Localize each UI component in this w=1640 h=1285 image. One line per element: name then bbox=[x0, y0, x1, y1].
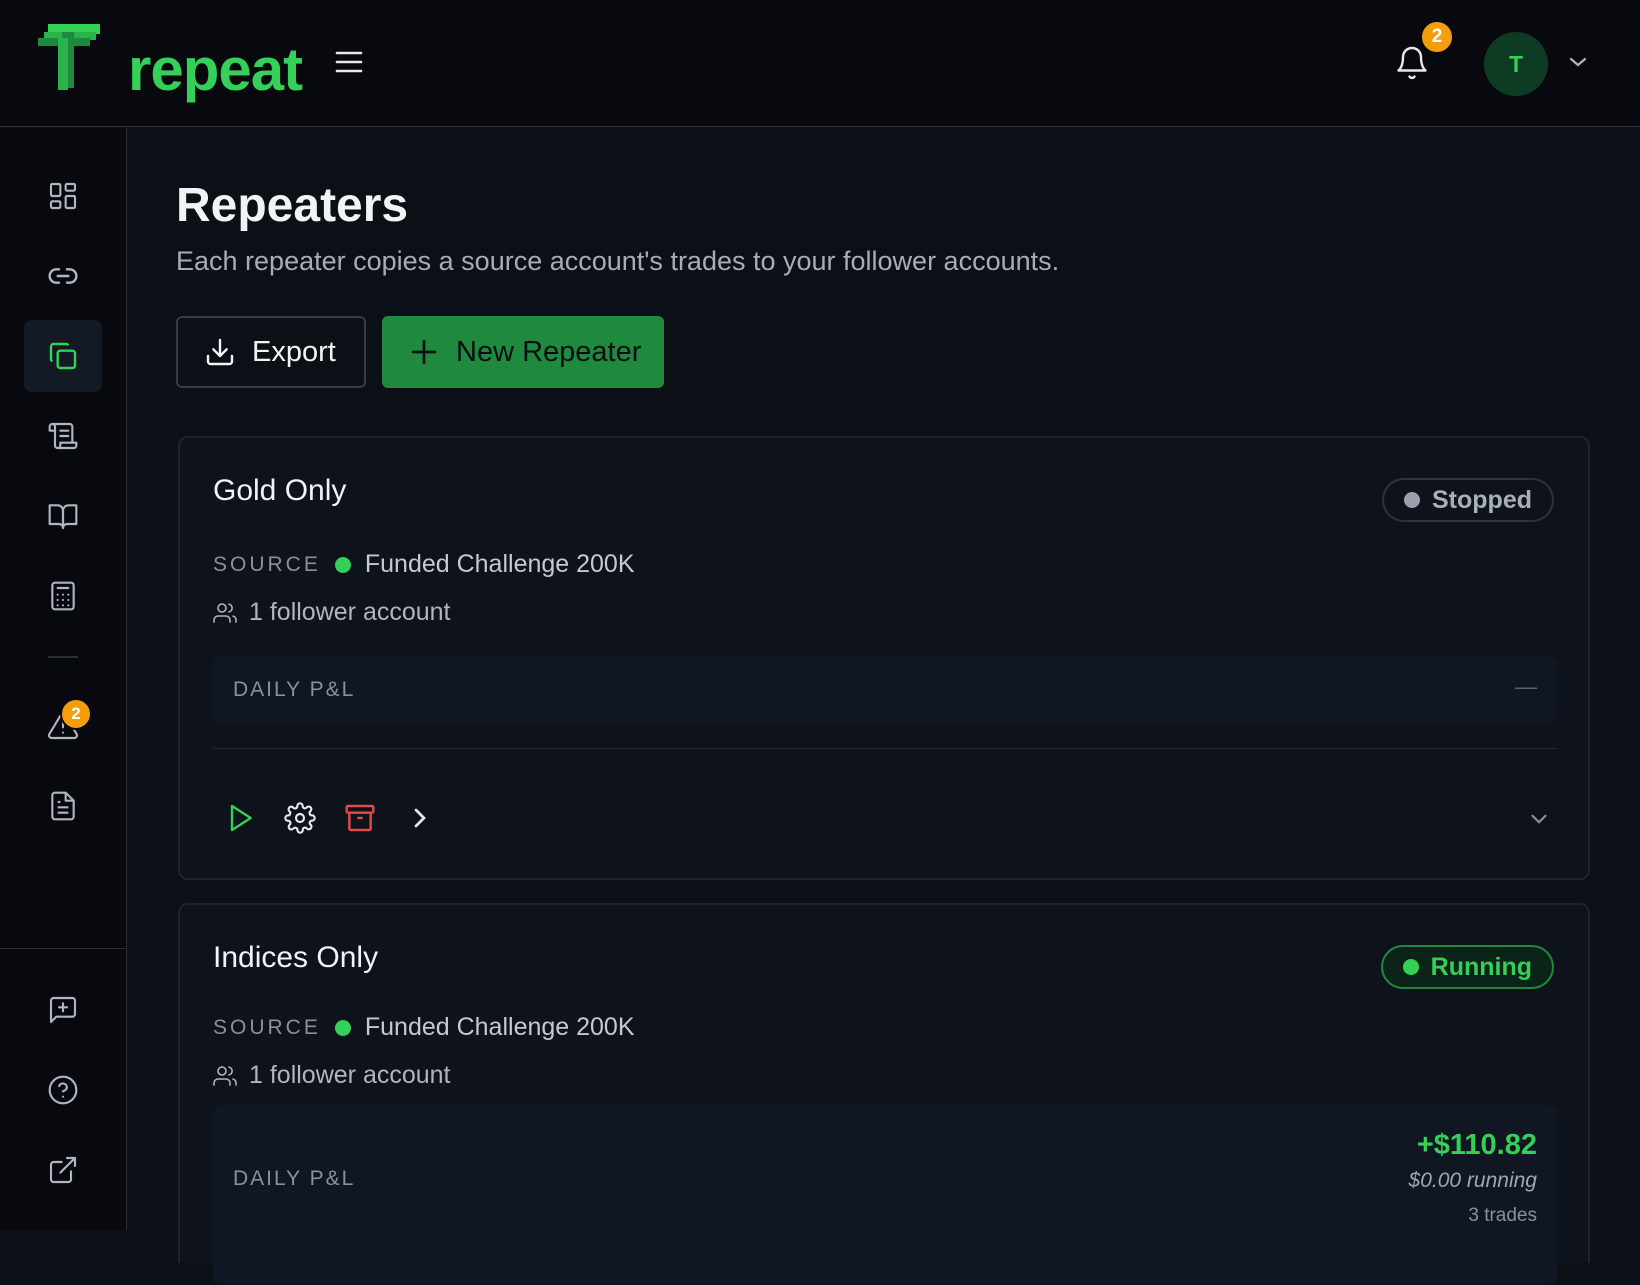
main-content: Repeaters Each repeater copies a source … bbox=[128, 128, 1640, 1285]
top-bar: repeat 2 T bbox=[0, 0, 1640, 127]
user-avatar[interactable]: T bbox=[1484, 32, 1548, 96]
sidebar-item-external[interactable] bbox=[24, 1134, 102, 1206]
notification-count-badge: 2 bbox=[1420, 20, 1454, 54]
settings-button[interactable] bbox=[280, 798, 320, 838]
sidebar-item-reports[interactable] bbox=[24, 770, 102, 842]
bell-icon[interactable] bbox=[1394, 44, 1430, 82]
follower-count-label: 1 follower account bbox=[249, 1061, 451, 1089]
follower-count: 1 follower account bbox=[213, 598, 451, 627]
follower-count-label: 1 follower account bbox=[249, 598, 451, 626]
gear-icon bbox=[284, 802, 316, 834]
alerts-count-badge: 2 bbox=[60, 698, 92, 730]
page-subtitle: Each repeater copies a source account's … bbox=[176, 246, 1060, 276]
sidebar-item-journal[interactable] bbox=[24, 480, 102, 552]
sidebar: 2 bbox=[0, 128, 127, 1230]
users-icon bbox=[213, 602, 237, 623]
daily-pnl-label: DAILY P&L bbox=[233, 678, 356, 701]
document-icon bbox=[51, 791, 75, 821]
chevron-down-icon[interactable] bbox=[1568, 54, 1588, 70]
sidebar-item-repeaters[interactable] bbox=[24, 320, 102, 392]
sidebar-bottom-divider bbox=[0, 948, 127, 949]
logo-mark-icon bbox=[38, 24, 100, 90]
book-icon bbox=[48, 504, 78, 530]
repeat-logo[interactable]: repeat bbox=[38, 22, 303, 104]
export-button-label: Export bbox=[252, 335, 336, 368]
repeater-card: Gold Only Stopped SOURCE Funded Challeng… bbox=[178, 436, 1590, 880]
users-icon bbox=[213, 1065, 237, 1086]
status-label: Stopped bbox=[1432, 485, 1532, 514]
start-button[interactable] bbox=[220, 798, 260, 838]
follower-count: 1 follower account bbox=[213, 1061, 451, 1090]
running-pnl: $0.00 running bbox=[1408, 1169, 1537, 1192]
repeater-name: Indices Only bbox=[213, 941, 379, 974]
details-button[interactable] bbox=[400, 798, 440, 838]
page-title: Repeaters bbox=[176, 179, 409, 232]
status-dot bbox=[1404, 492, 1420, 508]
status-dot bbox=[1402, 959, 1419, 975]
sidebar-item-calculator[interactable] bbox=[24, 560, 102, 632]
status-badge: Running bbox=[1380, 945, 1554, 989]
sidebar-item-feedback[interactable] bbox=[24, 974, 102, 1046]
daily-pnl-value: — bbox=[1515, 674, 1537, 699]
source-account-name: Funded Challenge 200K bbox=[364, 1013, 635, 1041]
daily-pnl-panel: DAILY P&L +$110.82 $0.00 running 3 trade… bbox=[213, 1105, 1557, 1285]
scroll-icon bbox=[48, 422, 78, 450]
card-actions bbox=[220, 798, 460, 838]
plus-icon bbox=[412, 340, 436, 364]
sidebar-item-dashboard[interactable] bbox=[24, 160, 102, 232]
source-row: SOURCE Funded Challenge 200K bbox=[213, 1013, 635, 1042]
download-icon bbox=[206, 338, 234, 366]
link-icon bbox=[48, 268, 78, 284]
expand-chevron-icon[interactable] bbox=[1526, 806, 1552, 832]
source-status-dot bbox=[334, 556, 351, 573]
grid-icon bbox=[49, 182, 77, 210]
external-link-icon bbox=[49, 1156, 77, 1184]
sidebar-item-connections[interactable] bbox=[24, 240, 102, 312]
hamburger-menu-icon[interactable] bbox=[335, 50, 363, 74]
copy-icon bbox=[49, 342, 77, 370]
calculator-icon bbox=[51, 581, 75, 611]
sidebar-divider bbox=[48, 656, 78, 658]
sidebar-item-scripts[interactable] bbox=[24, 400, 102, 472]
help-circle-icon bbox=[48, 1075, 78, 1105]
source-status-dot bbox=[334, 1019, 351, 1036]
status-badge: Stopped bbox=[1382, 478, 1554, 522]
repeater-name: Gold Only bbox=[213, 474, 347, 507]
message-plus-icon bbox=[49, 996, 77, 1024]
logo-text: repeat bbox=[128, 36, 303, 103]
daily-pnl-panel: DAILY P&L — bbox=[213, 656, 1557, 724]
chevron-right-icon bbox=[414, 808, 426, 828]
trade-count: 3 trades bbox=[1468, 1205, 1537, 1226]
sidebar-item-help[interactable] bbox=[24, 1054, 102, 1126]
repeater-card: Indices Only Running SOURCE Funded Chall… bbox=[178, 903, 1590, 1285]
card-divider bbox=[213, 748, 1557, 749]
daily-pnl-value: +$110.82 bbox=[1416, 1129, 1537, 1161]
source-label: SOURCE bbox=[213, 1015, 321, 1039]
source-row: SOURCE Funded Challenge 200K bbox=[213, 550, 635, 579]
play-icon bbox=[230, 804, 252, 832]
archive-icon bbox=[345, 804, 375, 832]
new-repeater-button[interactable]: New Repeater bbox=[382, 316, 664, 388]
sidebar-item-alerts[interactable] bbox=[24, 690, 102, 762]
archive-button[interactable] bbox=[340, 798, 380, 838]
new-repeater-button-label: New Repeater bbox=[456, 335, 642, 368]
export-button[interactable]: Export bbox=[176, 316, 366, 388]
daily-pnl-label: DAILY P&L bbox=[233, 1167, 356, 1190]
source-account-name: Funded Challenge 200K bbox=[364, 550, 635, 578]
status-label: Running bbox=[1430, 952, 1532, 981]
source-label: SOURCE bbox=[213, 552, 321, 576]
